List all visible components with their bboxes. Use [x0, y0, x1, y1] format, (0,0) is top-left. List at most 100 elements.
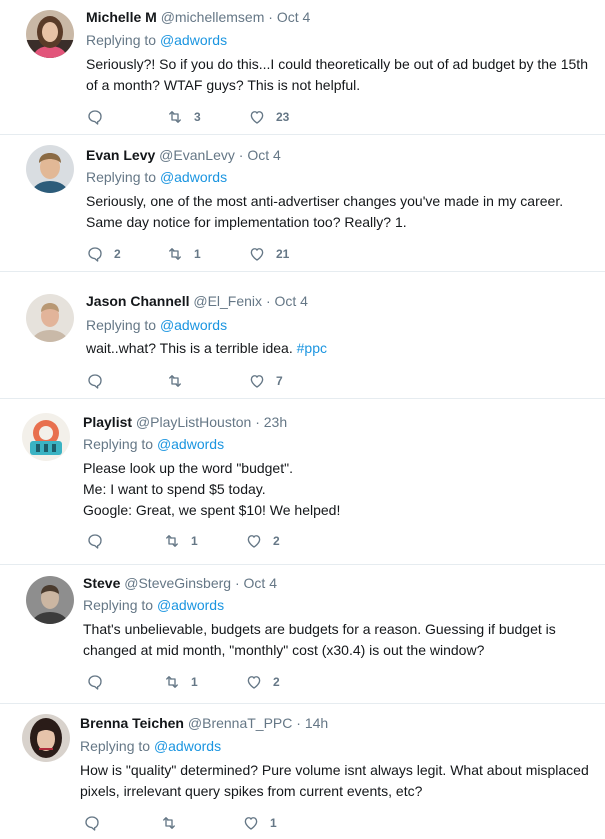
reply-button[interactable] [86, 672, 118, 692]
like-button[interactable]: 1 [242, 813, 277, 833]
heart-icon [245, 532, 263, 550]
tweet-actions: 1 2 [86, 531, 346, 551]
tweet-actions: 3 23 [86, 107, 346, 127]
tweet-text-line: changed at mid month, "monthly" cost (x3… [83, 642, 485, 658]
timestamp[interactable]: Oct 4 [247, 147, 280, 163]
retweet-button[interactable]: 1 [166, 244, 201, 264]
tweet-text-line: of a month? WTAF guys? This is not helpf… [86, 77, 361, 93]
retweet-button[interactable]: 1 [163, 672, 198, 692]
avatar[interactable] [26, 10, 74, 58]
replying-to-label: Replying to [83, 597, 154, 613]
reply-button[interactable] [86, 371, 118, 391]
tweet-text: Please look up the word "budget". Me: I … [83, 458, 598, 521]
separator-dot: · [265, 293, 271, 309]
tweet-text-line: Seriously, one of the most anti-advertis… [86, 193, 564, 209]
heart-icon [248, 108, 266, 126]
tweet-text-line: That's unbelievable, budgets are budgets… [83, 621, 556, 637]
like-count: 21 [276, 247, 290, 261]
reply-tweet[interactable]: Playlist @PlayListHouston · 23h Replying… [0, 399, 605, 564]
avatar[interactable] [26, 294, 74, 342]
timestamp[interactable]: 23h [264, 414, 287, 430]
avatar[interactable] [22, 413, 70, 461]
tweet-actions: 2 1 21 [86, 244, 346, 264]
tweet-text-line: Same day notice for implementation too? … [86, 214, 407, 230]
author-handle[interactable]: @michellemsem [161, 9, 265, 25]
tweet-actions: 1 2 [86, 672, 346, 692]
replying-to-label: Replying to [86, 169, 157, 185]
hashtag-link[interactable]: #ppc [297, 340, 327, 356]
replying-to-label: Replying to [86, 317, 157, 333]
author-name[interactable]: Michelle M [86, 9, 157, 25]
author-name[interactable]: Evan Levy [86, 147, 155, 163]
replying-to-mention[interactable]: @adwords [160, 32, 227, 48]
separator-dot: · [296, 715, 301, 731]
author-handle[interactable]: @PlayListHouston [136, 414, 251, 430]
separator-dot: · [234, 575, 240, 591]
replying-to-label: Replying to [83, 436, 154, 452]
separator-dot: · [255, 414, 260, 430]
retweet-icon [166, 108, 184, 126]
like-button[interactable]: 7 [248, 371, 283, 391]
reply-icon [86, 372, 104, 390]
separator-dot: · [268, 9, 273, 25]
author-name[interactable]: Jason Channell [86, 293, 189, 309]
retweet-count: 1 [194, 247, 201, 261]
like-count: 1 [270, 816, 277, 830]
reply-tweet[interactable]: Steve @SteveGinsberg · Oct 4 Replying to… [0, 565, 605, 703]
like-count: 2 [273, 534, 280, 548]
reply-button[interactable] [83, 813, 115, 833]
like-button[interactable]: 21 [248, 244, 289, 264]
timestamp[interactable]: Oct 4 [244, 575, 277, 591]
retweet-button[interactable] [160, 813, 192, 833]
like-button[interactable]: 23 [248, 107, 289, 127]
reply-button[interactable] [86, 531, 118, 551]
author-handle[interactable]: @BrennaT_PPC [188, 715, 292, 731]
tweet-text: That's unbelievable, budgets are budgets… [83, 619, 598, 661]
retweet-count: 3 [194, 110, 201, 124]
author-name[interactable]: Brenna Teichen [80, 715, 184, 731]
tweet-text: How is "quality" determined? Pure volume… [80, 760, 595, 802]
tweet-actions: 7 [86, 371, 346, 391]
reply-icon [86, 673, 104, 691]
replying-to-label: Replying to [86, 32, 157, 48]
tweet-text: Seriously?! So if you do this...I could … [86, 54, 601, 96]
retweet-button[interactable] [166, 371, 198, 391]
retweet-icon [166, 372, 184, 390]
retweet-count: 1 [191, 675, 198, 689]
author-handle[interactable]: @El_Fenix [193, 293, 262, 309]
avatar[interactable] [26, 145, 74, 193]
timestamp[interactable]: 14h [305, 715, 328, 731]
replying-to-mention[interactable]: @adwords [160, 317, 227, 333]
reply-tweet[interactable]: Jason Channell @El_Fenix · Oct 4 Replyin… [0, 272, 605, 398]
author-name[interactable]: Playlist [83, 414, 132, 430]
author-handle[interactable]: @SteveGinsberg [124, 575, 231, 591]
reply-tweet[interactable]: Michelle M @michellemsem · Oct 4 Replyin… [0, 0, 605, 134]
retweet-button[interactable]: 1 [163, 531, 198, 551]
tweet-text-line: Google: Great, we spent $10! We helped! [83, 502, 341, 518]
author-name[interactable]: Steve [83, 575, 120, 591]
reply-button[interactable]: 2 [86, 244, 121, 264]
retweet-count: 1 [191, 534, 198, 548]
retweet-button[interactable]: 3 [166, 107, 201, 127]
reply-button[interactable] [86, 107, 118, 127]
reply-tweet[interactable]: Brenna Teichen @BrennaT_PPC · 14h Replyi… [0, 704, 605, 839]
like-button[interactable]: 2 [245, 531, 280, 551]
heart-icon [242, 814, 260, 832]
avatar[interactable] [22, 714, 70, 762]
replying-to-mention[interactable]: @adwords [160, 169, 227, 185]
replying-to-mention[interactable]: @adwords [157, 597, 224, 613]
separator-dot: · [238, 147, 244, 163]
heart-icon [245, 673, 263, 691]
replying-to-mention[interactable]: @adwords [154, 738, 221, 754]
timestamp[interactable]: Oct 4 [277, 9, 310, 25]
tweet-text-line: pixels, irrelevant query spikes from cur… [80, 783, 423, 799]
timestamp[interactable]: Oct 4 [275, 293, 308, 309]
like-button[interactable]: 2 [245, 672, 280, 692]
like-count: 7 [276, 374, 283, 388]
replying-to-mention[interactable]: @adwords [157, 436, 224, 452]
like-count: 23 [276, 110, 290, 124]
avatar[interactable] [26, 576, 74, 624]
reply-tweet[interactable]: Evan Levy @EvanLevy · Oct 4 Replying to … [0, 135, 605, 271]
retweet-icon [160, 814, 178, 832]
author-handle[interactable]: @EvanLevy [159, 147, 235, 163]
